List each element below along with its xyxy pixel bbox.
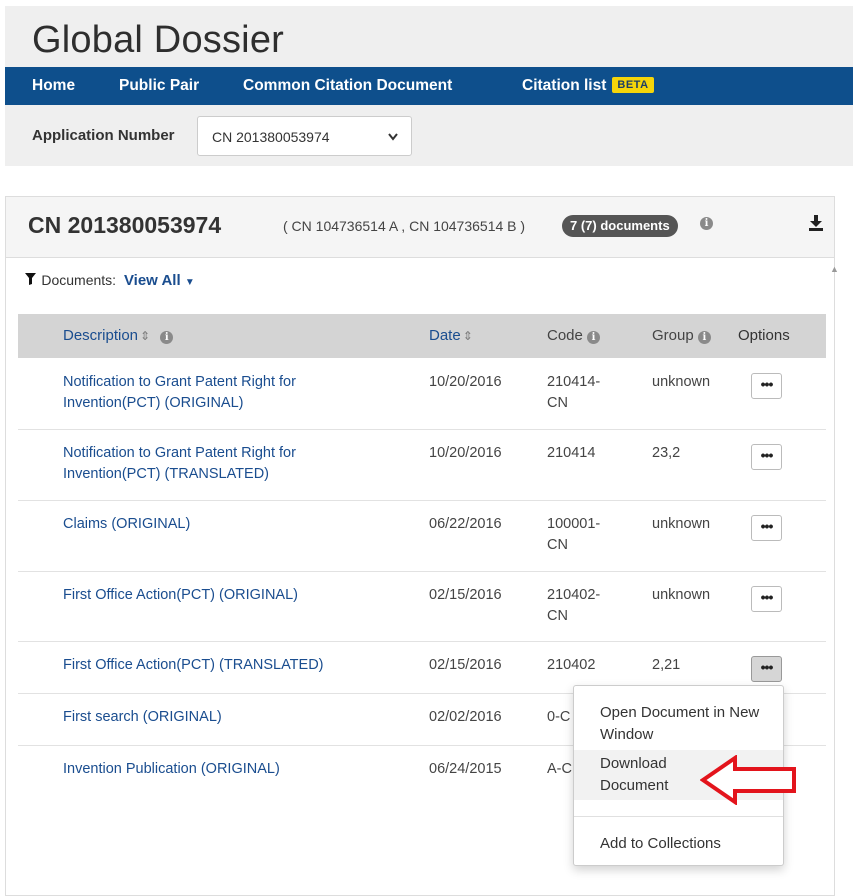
document-group: 23,2 bbox=[652, 445, 681, 461]
chevron-down-icon bbox=[387, 117, 399, 174]
options-button[interactable]: ••• bbox=[751, 586, 782, 612]
info-icon[interactable]: i bbox=[587, 331, 601, 344]
document-description-link[interactable]: Invention Publication (ORIGINAL) bbox=[63, 759, 383, 780]
document-description-link[interactable]: Claims (ORIGINAL) bbox=[63, 514, 383, 535]
column-group: Group i bbox=[652, 314, 711, 358]
nav-home[interactable]: Home bbox=[32, 67, 75, 105]
filter-icon bbox=[25, 273, 39, 288]
column-date-label: Date bbox=[429, 327, 461, 344]
application-number-value: CN 201380053974 bbox=[212, 129, 330, 145]
document-group: 2,21 bbox=[652, 657, 681, 673]
scrollbar-up-arrow[interactable]: ▲ bbox=[830, 264, 839, 274]
options-button[interactable]: ••• bbox=[751, 444, 782, 470]
table-row: Claims (ORIGINAL) 06/22/2016 100001-CN u… bbox=[18, 500, 826, 572]
menu-add-to-collections[interactable]: Add to Collections bbox=[574, 833, 783, 857]
info-icon[interactable]: i bbox=[160, 331, 174, 344]
document-date: 02/15/2016 bbox=[429, 587, 502, 603]
document-group: unknown bbox=[652, 516, 711, 532]
document-date: 02/02/2016 bbox=[429, 709, 502, 725]
application-number-label: Application Number bbox=[32, 127, 175, 144]
document-group: unknown bbox=[652, 374, 711, 390]
info-icon[interactable]: i bbox=[697, 331, 711, 344]
publication-numbers: ( CN 104736514 A , CN 104736514 B ) bbox=[283, 218, 526, 234]
document-description-link[interactable]: Notification to Grant Patent Right for I… bbox=[63, 443, 383, 485]
table-row: Notification to Grant Patent Right for I… bbox=[18, 358, 826, 430]
options-button[interactable]: ••• bbox=[751, 656, 782, 682]
column-description[interactable]: Description ⇕ i bbox=[63, 314, 174, 358]
document-code: 210414 bbox=[547, 445, 596, 461]
document-code: 210402-CN bbox=[547, 587, 601, 624]
nav-public-pair[interactable]: Public Pair bbox=[119, 67, 199, 105]
document-code: 100001-CN bbox=[547, 516, 601, 553]
application-id: CN 201380053974 bbox=[28, 212, 222, 238]
document-description-link[interactable]: First search (ORIGINAL) bbox=[63, 707, 383, 728]
sort-icon: ⇕ bbox=[140, 329, 151, 343]
main-navbar: Home Public Pair Common Citation Documen… bbox=[5, 67, 853, 105]
arrow-annotation-icon bbox=[700, 755, 796, 805]
header-area: Global Dossier Home Public Pair Common C… bbox=[5, 6, 853, 166]
menu-open-new-window[interactable]: Open Document in New Window bbox=[574, 700, 783, 748]
table-row: First Office Action(PCT) (ORIGINAL) 02/1… bbox=[18, 571, 826, 642]
column-code: Code i bbox=[547, 314, 601, 358]
column-group-label: Group bbox=[652, 327, 694, 344]
beta-badge: BETA bbox=[612, 77, 654, 93]
sort-icon: ⇕ bbox=[462, 329, 473, 343]
document-description-link[interactable]: First Office Action(PCT) (TRANSLATED) bbox=[63, 655, 383, 676]
menu-divider bbox=[574, 816, 783, 817]
app-title: Global Dossier bbox=[32, 19, 285, 61]
nav-citation-list[interactable]: Citation list BETA bbox=[522, 67, 654, 105]
nav-citation-list-label: Citation list bbox=[522, 77, 607, 94]
caret-down-icon: ▼ bbox=[184, 277, 195, 288]
table-header: Description ⇕ i Date ⇕ Code i Group i Opti… bbox=[18, 314, 826, 358]
application-number-select[interactable]: CN 201380053974 bbox=[197, 116, 412, 156]
nav-common-citation-document[interactable]: Common Citation Document bbox=[243, 67, 452, 105]
table-row: Notification to Grant Patent Right for I… bbox=[18, 429, 826, 501]
document-description-link[interactable]: First Office Action(PCT) (ORIGINAL) bbox=[63, 585, 383, 606]
column-description-label: Description bbox=[63, 327, 139, 344]
document-date: 10/20/2016 bbox=[429, 374, 502, 390]
document-description-link[interactable]: Notification to Grant Patent Right for I… bbox=[63, 372, 383, 414]
documents-filter: Documents: View All ▼ bbox=[25, 272, 195, 289]
documents-count-badge: 7 (7) documents bbox=[562, 215, 678, 237]
documents-filter-label: Documents: bbox=[41, 272, 117, 288]
info-icon[interactable]: i bbox=[700, 217, 713, 230]
document-date: 10/20/2016 bbox=[429, 445, 502, 461]
view-all-dropdown[interactable]: View All ▼ bbox=[124, 272, 195, 289]
download-icon[interactable] bbox=[808, 214, 824, 237]
document-date: 06/24/2015 bbox=[429, 761, 502, 777]
document-date: 02/15/2016 bbox=[429, 657, 502, 673]
document-group: unknown bbox=[652, 587, 711, 603]
column-code-label: Code bbox=[547, 327, 583, 344]
column-date[interactable]: Date ⇕ bbox=[429, 314, 473, 358]
document-code: 210402 bbox=[547, 657, 596, 673]
options-button[interactable]: ••• bbox=[751, 373, 782, 399]
panel-header: CN 201380053974 ( CN 104736514 A , CN 10… bbox=[6, 197, 834, 258]
column-options: Options bbox=[738, 327, 790, 344]
document-date: 06/22/2016 bbox=[429, 516, 502, 532]
view-all-label: View All bbox=[123, 272, 181, 289]
document-code: 210414-CN bbox=[547, 374, 601, 411]
options-button[interactable]: ••• bbox=[751, 515, 782, 541]
